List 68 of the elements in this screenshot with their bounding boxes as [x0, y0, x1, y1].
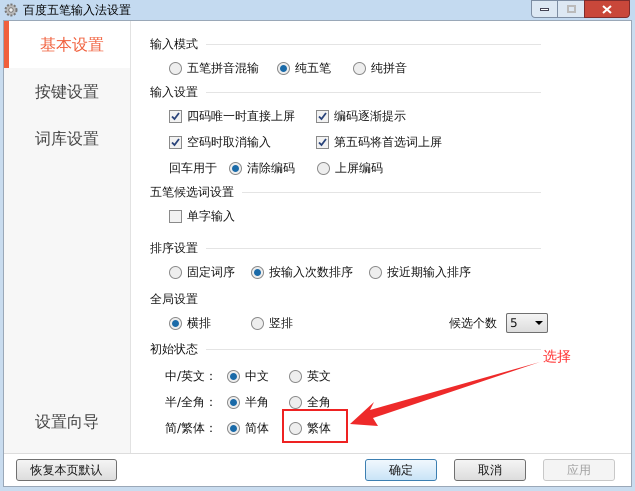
radio-button[interactable]: [317, 162, 330, 174]
gear-icon: [3, 2, 19, 18]
select-label: 候选个数: [449, 315, 497, 332]
option-label: 第五码将首选词上屏: [334, 134, 442, 151]
row-label: 中/英文：: [165, 368, 218, 385]
option-label: 编码逐渐提示: [334, 108, 406, 125]
radio-button[interactable]: [289, 396, 302, 408]
sidebar-item[interactable]: 按键设置: [4, 68, 130, 115]
highlight-frame: [282, 409, 348, 443]
row-label: 简/繁体：: [165, 420, 218, 437]
radio-button[interactable]: [227, 422, 240, 434]
checkbox[interactable]: [169, 136, 182, 148]
dialog-button[interactable]: 确定: [365, 459, 437, 481]
minimize-button[interactable]: [531, 0, 558, 18]
row-label: 半/全角：: [165, 394, 218, 411]
radio-button[interactable]: [277, 62, 290, 74]
close-button[interactable]: [584, 0, 630, 18]
annotation-label: 选择: [543, 348, 571, 367]
checkbox[interactable]: [169, 110, 182, 122]
radio-button[interactable]: [289, 422, 302, 434]
radio-button[interactable]: [353, 62, 366, 74]
option-label: 上屏编码: [335, 160, 383, 177]
option-label: 半角: [245, 394, 269, 411]
option-label: 英文: [307, 368, 331, 385]
radio-button[interactable]: [369, 266, 382, 278]
option-label: 固定词序: [187, 264, 235, 281]
count-dropdown[interactable]: 5: [506, 313, 548, 333]
option-label: 按输入次数排序: [269, 264, 353, 281]
option-label: 空码时取消输入: [187, 134, 271, 151]
option-label: 简体: [245, 420, 269, 437]
radio-button[interactable]: [289, 370, 302, 382]
radio-button[interactable]: [227, 370, 240, 382]
window-title: 百度五笔输入法设置: [23, 2, 131, 19]
option-label: 四码唯一时直接上屏: [187, 108, 295, 125]
section-title: 全局设置: [150, 291, 198, 308]
option-label: 按近期输入排序: [387, 264, 471, 281]
option-label: 横排: [187, 315, 211, 332]
option-label: 清除编码: [247, 160, 295, 177]
option-label: 五笔拼音混输: [187, 60, 259, 77]
sidebar-item[interactable]: 词库设置: [4, 115, 130, 162]
section-title: 初始状态: [150, 341, 198, 358]
option-label: 全角: [307, 394, 331, 411]
radio-button[interactable]: [227, 396, 240, 408]
radio-button[interactable]: [169, 316, 182, 330]
option-label: 单字输入: [187, 208, 235, 225]
radio-button[interactable]: [251, 266, 264, 278]
radio-button[interactable]: [169, 62, 182, 74]
section-title: 排序设置: [150, 240, 198, 257]
radio-button[interactable]: [229, 162, 242, 174]
option-label: 繁体: [307, 420, 331, 437]
dialog-button[interactable]: 取消: [454, 459, 526, 481]
option-label: 纯拼音: [371, 60, 407, 77]
checkbox[interactable]: [316, 136, 329, 148]
option-label: 中文: [245, 368, 269, 385]
option-label: 纯五笔: [295, 60, 331, 77]
close-icon: [602, 4, 612, 14]
dialog-button[interactable]: 恢复本页默认: [16, 459, 117, 481]
section-title: 输入模式: [150, 36, 198, 53]
radio-button[interactable]: [169, 266, 182, 278]
radio-button[interactable]: [251, 316, 264, 330]
section-title: 五笔候选词设置: [150, 184, 234, 201]
sidebar-item[interactable]: 设置向导: [4, 398, 130, 445]
caret-icon: [535, 321, 543, 325]
section-title: 输入设置: [150, 84, 198, 101]
row-label: 回车用于: [169, 160, 218, 177]
checkbox[interactable]: [316, 110, 329, 122]
option-label: 竖排: [269, 315, 293, 332]
checkbox[interactable]: [169, 210, 182, 222]
